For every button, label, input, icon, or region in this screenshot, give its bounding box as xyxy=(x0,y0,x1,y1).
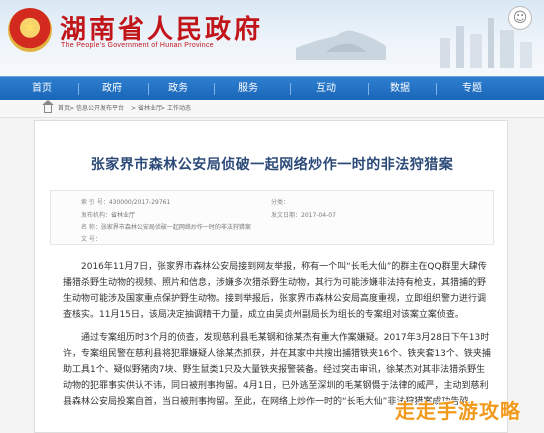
site-title[interactable]: 湖南省人民政府 xyxy=(60,9,263,46)
nav-item-affairs[interactable]: 政务 xyxy=(158,77,198,101)
article-title: 张家界市森林公安局侦破一起网络炒作一时的非法狩猎案 xyxy=(90,157,454,173)
meta-date-value: 2017-04-07 xyxy=(301,212,336,219)
nav-divider xyxy=(436,83,437,95)
nav-item-home[interactable]: 首页 xyxy=(22,77,62,101)
article-body: 2016年11月7日，张家界市森林公安局接到网友举报，称有一个叫“长毛大仙”的群… xyxy=(63,259,493,410)
meta-name-label: 名 称： xyxy=(81,224,101,231)
site-header: ★ 湖南省人民政府 The People's Government of Hun… xyxy=(0,0,544,76)
breadcrumb-item[interactable]: 省林业厅 xyxy=(138,100,162,118)
meta-name-value: 张家界市森林公安局侦破一起网络炒作一时的非法狩猎案 xyxy=(100,224,251,231)
monument-statue-icon xyxy=(296,30,386,60)
nav-item-government[interactable]: 政府 xyxy=(92,77,132,101)
main-nav: 首页 政府 政务 服务 互动 数据 专题 xyxy=(0,76,544,100)
article-metadata: 索 引 号：430000/2017-29761 分类： 发布机构：省林业厅 发文… xyxy=(50,190,494,245)
meta-index-label: 索 引 号： xyxy=(81,199,109,206)
nav-divider xyxy=(368,83,369,95)
home-icon xyxy=(42,100,54,113)
nav-divider xyxy=(148,83,149,95)
breadcrumb-item[interactable]: 信息公开发布平台 xyxy=(76,100,124,118)
site-subtitle: The People's Government of Hunan Provinc… xyxy=(61,42,214,49)
meta-doc-label: 文 号： xyxy=(81,236,101,243)
meta-publisher-label: 发布机构： xyxy=(81,212,112,219)
meta-category-label: 分类： xyxy=(271,199,290,206)
meta-date-label: 发文日期： xyxy=(271,212,302,219)
breadcrumb-item[interactable]: 工作动态 xyxy=(167,100,191,118)
nav-item-topics[interactable]: 专题 xyxy=(452,77,492,101)
article-paragraph: 2016年11月7日，张家界市森林公安局接到网友举报，称有一个叫“长毛大仙”的群… xyxy=(63,262,487,320)
nav-item-services[interactable]: 服务 xyxy=(228,77,268,101)
nav-divider xyxy=(290,83,291,95)
watermark-logo: 走走手游攻略 xyxy=(395,399,521,423)
nav-divider xyxy=(214,83,215,95)
breadcrumb: 首页 > 信息公开发布平台 > 省林业厅 > 工作动态 xyxy=(0,100,544,118)
national-emblem-icon: ★ xyxy=(8,8,52,52)
nav-item-data[interactable]: 数据 xyxy=(380,77,420,101)
nav-divider xyxy=(78,83,79,95)
nav-item-interaction[interactable]: 互动 xyxy=(306,77,346,101)
article-card: 张家界市森林公安局侦破一起网络炒作一时的非法狩猎案 索 引 号：430000/2… xyxy=(34,120,508,433)
meta-publisher-value: 省林业厅 xyxy=(111,212,136,219)
meta-index-value: 430000/2017-29761 xyxy=(108,199,171,206)
user-icon[interactable]: ☺ xyxy=(508,6,532,30)
